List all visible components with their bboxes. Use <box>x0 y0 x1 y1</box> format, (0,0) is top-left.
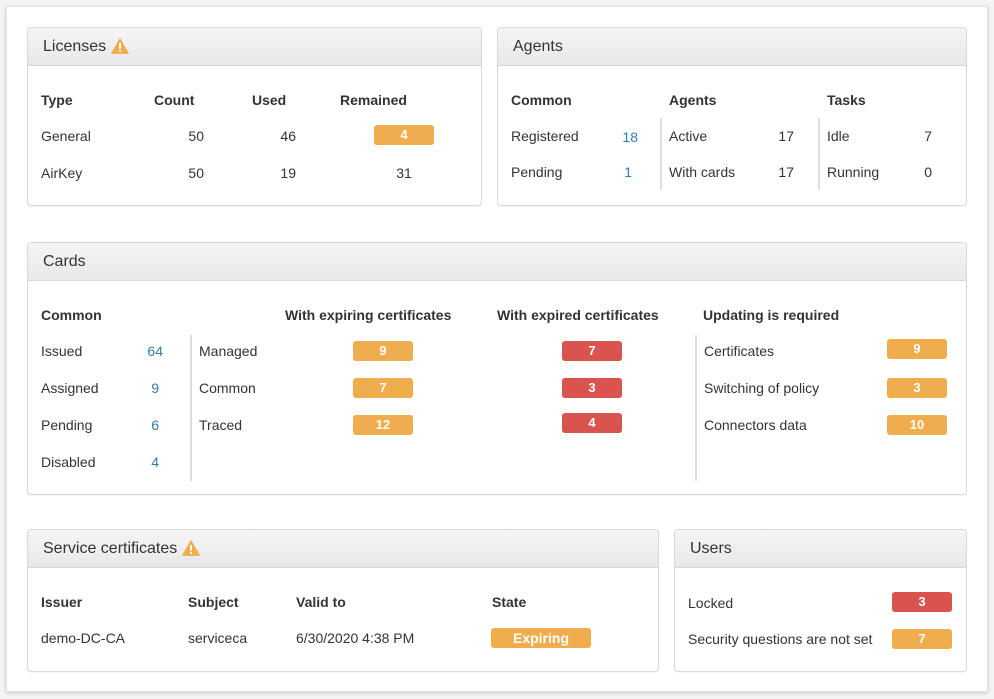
updating-connectors-label: Connectors data <box>704 417 807 433</box>
licenses-panel: Licenses Type Count Used Remained Genera… <box>27 27 482 206</box>
cards-disabled-link[interactable]: 4 <box>128 454 159 470</box>
agents-active-value: 17 <box>778 128 794 144</box>
users-heading: Users <box>675 530 966 568</box>
license-used: 19 <box>280 165 296 181</box>
cards-issued-link[interactable]: 64 <box>128 343 163 359</box>
tasks-idle-value: 7 <box>924 128 932 144</box>
license-type: AirKey <box>41 165 83 181</box>
license-remained-badge: 4 <box>374 125 434 145</box>
service-cert-subject: serviceca <box>188 630 248 646</box>
licenses-header-remained: Remained <box>340 92 407 108</box>
agents-pending-link[interactable]: 1 <box>608 164 632 180</box>
users-panel: Users Locked 3 Security questions are no… <box>674 529 967 672</box>
cards-divider <box>190 335 192 481</box>
users-locked-label: Locked <box>688 595 734 611</box>
licenses-header-used: Used <box>252 92 287 108</box>
service-cert-state-badge: Expiring <box>491 628 591 648</box>
cards-cert-row-label: Common <box>199 380 256 396</box>
agents-divider <box>660 118 662 190</box>
updating-policy-label: Switching of policy <box>704 380 820 396</box>
users-locked-badge: 3 <box>892 592 952 612</box>
service-certificates-panel: Service certificates Issuer Subject Vali… <box>27 529 659 672</box>
service-certificates-heading: Service certificates <box>28 530 658 568</box>
cards-expired-badge: 3 <box>562 378 622 398</box>
agents-title: Agents <box>513 37 563 55</box>
licenses-heading: Licenses <box>28 28 481 66</box>
tasks-running-label: Running <box>827 164 880 180</box>
cards-expiring-header: With expiring certificates <box>285 307 452 323</box>
cards-expiring-badge: 9 <box>353 341 413 361</box>
cards-cert-row-label: Traced <box>199 417 243 433</box>
service-certificates-title: Service certificates <box>43 539 178 557</box>
cards-common-header: Common <box>41 307 102 323</box>
cards-assigned-link[interactable]: 9 <box>128 380 159 396</box>
agents-tasks-header: Tasks <box>827 92 866 108</box>
license-remained: 31 <box>396 165 412 181</box>
tasks-running-value: 0 <box>924 164 932 180</box>
licenses-header-type: Type <box>41 92 73 108</box>
cards-pending-link[interactable]: 6 <box>128 417 159 433</box>
cards-expired-badge: 4 <box>562 413 622 433</box>
agents-with-cards-value: 17 <box>778 164 794 180</box>
updating-policy-badge: 3 <box>887 378 947 398</box>
license-count: 50 <box>188 165 204 181</box>
licenses-title: Licenses <box>43 37 107 55</box>
cards-panel: Cards Common With expiring certificates … <box>27 242 967 495</box>
license-used: 46 <box>280 128 296 144</box>
updating-certificates-label: Certificates <box>704 343 775 359</box>
users-title: Users <box>690 539 732 557</box>
cards-assigned-label: Assigned <box>41 380 99 396</box>
cards-heading: Cards <box>28 243 966 281</box>
agents-common-header: Common <box>511 92 572 108</box>
cards-updating-header: Updating is required <box>703 307 840 323</box>
agents-heading: Agents <box>498 28 966 66</box>
warning-triangle-icon <box>182 539 201 556</box>
tasks-idle-label: Idle <box>827 128 850 144</box>
agents-with-cards-label: With cards <box>669 164 736 180</box>
cards-pending-label: Pending <box>41 417 93 433</box>
cards-expiring-badge: 7 <box>353 378 413 398</box>
service-cert-issuer: demo-DC-CA <box>41 630 126 646</box>
cards-expiring-badge: 12 <box>353 415 413 435</box>
license-count: 50 <box>188 128 204 144</box>
cards-cert-row-label: Managed <box>199 343 258 359</box>
license-type: General <box>41 128 91 144</box>
users-security-questions-badge: 7 <box>892 629 952 649</box>
cards-expired-header: With expired certificates <box>497 307 659 323</box>
users-security-questions-label: Security questions are not set <box>688 631 873 647</box>
agents-pending-label: Pending <box>511 164 563 180</box>
warning-triangle-icon <box>111 37 130 54</box>
cards-disabled-label: Disabled <box>41 454 96 470</box>
agents-divider <box>818 118 820 190</box>
cards-issued-label: Issued <box>41 343 83 359</box>
service-cert-header-state: State <box>492 594 527 610</box>
agents-agents-header: Agents <box>669 92 717 108</box>
service-cert-header-valid-to: Valid to <box>296 594 346 610</box>
agents-registered-link[interactable]: 18 <box>608 129 638 145</box>
cards-divider <box>695 335 697 481</box>
agents-panel: Agents Common Agents Tasks Registered 18… <box>497 27 967 206</box>
service-cert-header-subject: Subject <box>188 594 239 610</box>
cards-expired-badge: 7 <box>562 341 622 361</box>
licenses-header-count: Count <box>154 92 195 108</box>
updating-certificates-badge: 9 <box>887 339 947 359</box>
cards-title: Cards <box>43 252 86 270</box>
agents-active-label: Active <box>669 128 708 144</box>
agents-registered-label: Registered <box>511 128 579 144</box>
updating-connectors-badge: 10 <box>887 415 947 435</box>
service-cert-valid-to: 6/30/2020 4:38 PM <box>296 630 415 646</box>
service-cert-header-issuer: Issuer <box>41 594 83 610</box>
